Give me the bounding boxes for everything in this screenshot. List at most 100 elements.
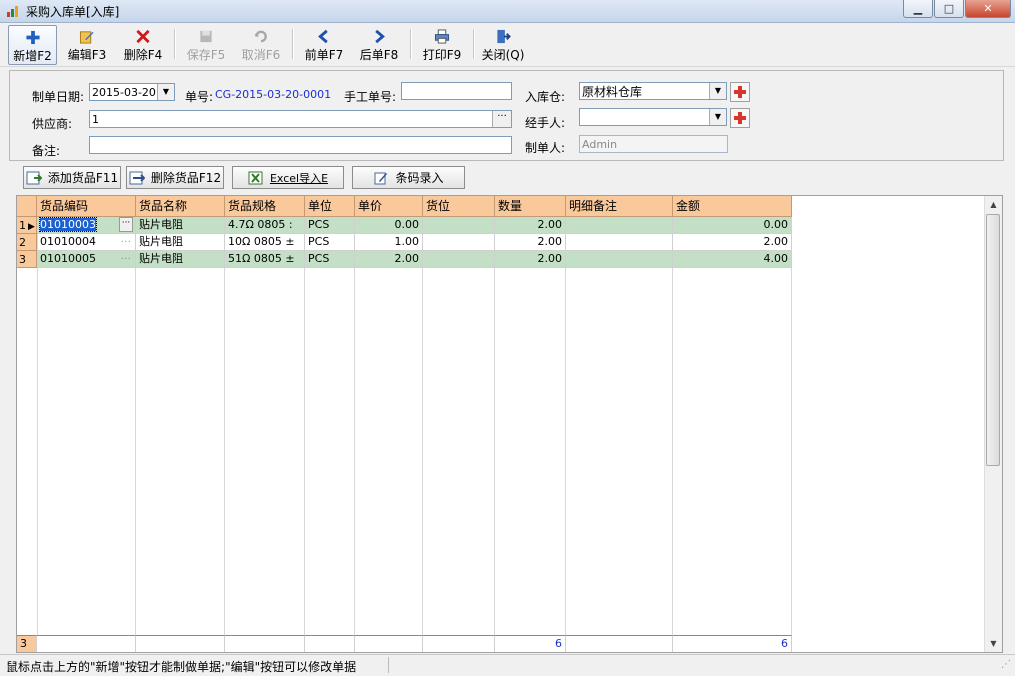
ellipsis-icon[interactable]: ···: [492, 111, 511, 127]
excel-import-button[interactable]: Excel导入E: [232, 166, 344, 189]
prev-label: 前单F7: [304, 48, 344, 62]
grid-line: [494, 217, 495, 635]
table-cell[interactable]: 51Ω 0805 ±: [225, 251, 305, 268]
table-cell[interactable]: [423, 217, 495, 234]
footer-cell: [305, 635, 355, 652]
table-cell[interactable]: 2.00: [495, 251, 566, 268]
table-cell[interactable]: 0.00: [355, 217, 423, 234]
table-cell[interactable]: [423, 234, 495, 251]
col-header-amount[interactable]: 金额: [673, 196, 792, 217]
save-button[interactable]: 保存F5: [183, 25, 229, 63]
edit-button[interactable]: 编辑F3: [64, 25, 110, 63]
chevron-down-icon[interactable]: ▼: [709, 109, 726, 125]
warehouse-select[interactable]: 原材料仓库 ▼: [579, 82, 727, 100]
barcode-entry-label: 条码录入: [395, 171, 444, 185]
table-cell[interactable]: 0.00: [673, 217, 792, 234]
handler-select[interactable]: ▼: [579, 108, 727, 126]
col-header-code[interactable]: 货品编码: [37, 196, 136, 217]
chevron-down-icon[interactable]: ▼: [709, 83, 726, 99]
col-header-qty[interactable]: 数量: [495, 196, 566, 217]
supplier-input[interactable]: 1 ···: [89, 110, 512, 128]
date-value: 2015-03-20: [92, 86, 156, 99]
close-window-button[interactable]: ✕: [965, 0, 1011, 18]
supplier-value: 1: [92, 113, 99, 126]
edit-label: 编辑F3: [67, 48, 107, 62]
current-row-arrow-icon: ▶: [28, 222, 35, 232]
table-cell[interactable]: 1.00: [355, 234, 423, 251]
table-cell[interactable]: 2.00: [355, 251, 423, 268]
scroll-thumb[interactable]: [986, 214, 1000, 466]
maximize-button[interactable]: □: [934, 0, 964, 18]
order-header-panel: 制单日期: 2015-03-20 ▼ 单号: CG-2015-03-20-000…: [9, 70, 1004, 161]
barcode-entry-button[interactable]: 条码录入: [352, 166, 465, 189]
status-separator: [388, 657, 389, 673]
cancel-button[interactable]: 取消F6: [238, 25, 284, 63]
minimize-button[interactable]: ▁: [903, 0, 933, 18]
ellipsis-icon[interactable]: ···: [121, 251, 132, 267]
col-header-location[interactable]: 货位: [423, 196, 495, 217]
new-button[interactable]: 新增F2: [8, 25, 57, 65]
table-cell[interactable]: 4.7Ω 0805 :: [225, 217, 305, 234]
add-goods-button[interactable]: 添加货品F11: [23, 166, 121, 189]
ellipsis-icon[interactable]: ···: [121, 234, 132, 250]
table-cell[interactable]: 贴片电阻: [136, 234, 225, 251]
table-cell[interactable]: PCS: [305, 251, 355, 268]
table-cell[interactable]: 01010005 ···: [37, 251, 136, 268]
col-header-spec[interactable]: 货品规格: [225, 196, 305, 217]
table-cell[interactable]: 01010004 ···: [37, 234, 136, 251]
table-cell[interactable]: 2.00: [495, 234, 566, 251]
table-cell[interactable]: [423, 251, 495, 268]
table-cell[interactable]: [566, 217, 673, 234]
col-header-unit[interactable]: 单位: [305, 196, 355, 217]
row-header[interactable]: 3: [17, 251, 37, 268]
table-cell[interactable]: 2.00: [495, 217, 566, 234]
table-cell[interactable]: 10Ω 0805 ±: [225, 234, 305, 251]
add-warehouse-button[interactable]: [730, 82, 750, 102]
delete-button[interactable]: 删除F4: [120, 25, 166, 63]
vertical-scrollbar[interactable]: ▲ ▼: [984, 196, 1002, 652]
table-cell[interactable]: 01010003 ···: [37, 217, 136, 234]
add-handler-button[interactable]: [730, 108, 750, 128]
barcode-edit-icon: [374, 172, 388, 184]
table-cell[interactable]: [566, 234, 673, 251]
excel-icon: [248, 171, 263, 184]
scroll-up-icon[interactable]: ▲: [985, 196, 1002, 213]
row-header[interactable]: 1 ▶: [17, 217, 37, 234]
title-bar: 采购入库单[入库] ▁ □ ✕: [0, 0, 1015, 23]
grid-line: [672, 217, 673, 635]
table-cell[interactable]: PCS: [305, 217, 355, 234]
ellipsis-icon[interactable]: ···: [119, 217, 133, 232]
print-button[interactable]: 打印F9: [419, 25, 465, 63]
row-header[interactable]: 2: [17, 234, 37, 251]
chevron-down-icon[interactable]: ▼: [157, 84, 174, 100]
table-cell[interactable]: 4.00: [673, 251, 792, 268]
grid-line: [422, 217, 423, 635]
manual-no-input[interactable]: [401, 82, 512, 100]
delete-goods-icon: [129, 171, 145, 184]
delete-label: 删除F4: [123, 48, 163, 62]
table-cell[interactable]: 贴片电阻: [136, 217, 225, 234]
table-cell[interactable]: PCS: [305, 234, 355, 251]
save-label: 保存F5: [186, 48, 226, 62]
goods-grid[interactable]: 货品编码 货品名称 货品规格 单位 单价 货位 数量 明细备注 金额 1 ▶ 01…: [16, 195, 1003, 653]
table-cell[interactable]: [566, 251, 673, 268]
print-label: 打印F9: [422, 48, 462, 62]
new-label: 新增F2: [13, 49, 52, 63]
scroll-down-icon[interactable]: ▼: [985, 635, 1002, 652]
table-cell[interactable]: 贴片电阻: [136, 251, 225, 268]
delete-x-icon: [136, 29, 150, 44]
handler-label: 经手人:: [525, 116, 566, 130]
date-picker[interactable]: 2015-03-20 ▼: [89, 83, 175, 101]
cell-code: 01010005: [40, 252, 96, 265]
resize-grip-icon[interactable]: ⋰: [1001, 659, 1011, 670]
delete-goods-button[interactable]: 删除货品F12: [126, 166, 224, 189]
close-button[interactable]: 关闭(Q): [480, 25, 526, 63]
col-header-price[interactable]: 单价: [355, 196, 423, 217]
col-header-note[interactable]: 明细备注: [566, 196, 673, 217]
remark-input[interactable]: [89, 136, 512, 154]
prev-button[interactable]: 前单F7: [301, 25, 347, 63]
next-button[interactable]: 后单F8: [356, 25, 402, 63]
table-cell[interactable]: 2.00: [673, 234, 792, 251]
col-header-name[interactable]: 货品名称: [136, 196, 225, 217]
warehouse-value: 原材料仓库: [582, 85, 643, 99]
